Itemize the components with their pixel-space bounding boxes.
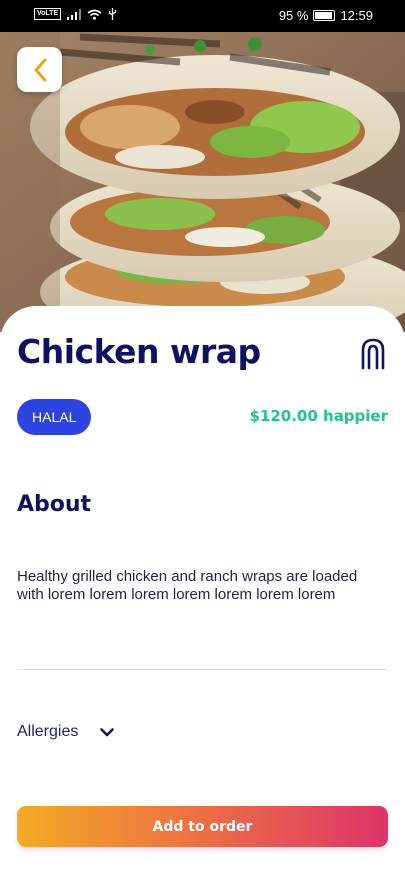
battery-percent: 95 %	[278, 8, 309, 23]
status-right: 95 % 12:59	[279, 8, 373, 23]
status-bar: VoLTE 95 % 12:59	[0, 0, 405, 32]
details-sheet: Chicken wrap HALAL $120.00 happier About…	[0, 306, 405, 878]
usb-icon	[108, 8, 117, 20]
product-title: Chicken wrap	[17, 332, 261, 371]
about-heading: About	[17, 492, 92, 517]
bookmark-icon	[361, 338, 385, 370]
back-button[interactable]	[17, 47, 62, 92]
product-price: $120.00 happier	[249, 407, 388, 425]
allergies-label: Allergies	[17, 723, 79, 740]
allergies-dropdown[interactable]: Allergies	[17, 723, 115, 741]
favorite-button[interactable]	[361, 338, 385, 370]
chevron-left-icon	[34, 58, 46, 81]
signal-icon	[67, 8, 82, 20]
battery-icon	[313, 10, 336, 21]
clock: 12:59	[340, 8, 373, 23]
volte-badge: VoLTE	[34, 8, 62, 20]
product-description: Healthy grilled chicken and ranch wraps …	[17, 568, 358, 603]
chevron-down-icon	[100, 727, 115, 736]
status-left: VoLTE	[34, 8, 117, 20]
wifi-icon	[87, 9, 102, 20]
divider	[17, 669, 387, 670]
halal-badge: HALAL	[17, 399, 92, 435]
add-to-order-button[interactable]: Add to order	[17, 806, 388, 847]
